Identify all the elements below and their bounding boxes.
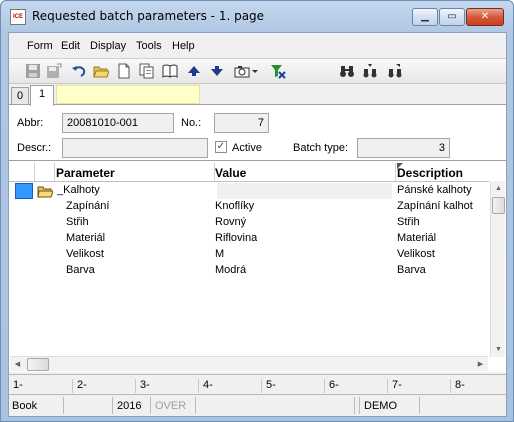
horizontal-scrollbar[interactable]: ◀ ▶: [10, 356, 488, 371]
menu-edit[interactable]: Edit: [61, 40, 80, 52]
fkey-6[interactable]: 6-: [324, 379, 339, 393]
batch-type-field[interactable]: 3: [357, 138, 450, 158]
folder-icon: [37, 184, 54, 198]
app-window: ICE Requested batch parameters - 1. page…: [0, 0, 514, 422]
cell-parameter: _Kalhoty: [57, 184, 100, 196]
close-button[interactable]: ✕: [466, 8, 504, 26]
title-bar[interactable]: ICE Requested batch parameters - 1. page…: [1, 1, 513, 31]
menu-form[interactable]: Form: [27, 40, 53, 52]
tab-1[interactable]: 1: [30, 85, 54, 106]
table-row[interactable]: Zapínání Knoflíky Zapínání kalhot: [9, 199, 489, 215]
cell-value: Riflovina: [215, 232, 258, 244]
status-bar: Book 2016 OVER DEMO: [9, 394, 506, 416]
vertical-scroll-thumb[interactable]: [492, 197, 505, 214]
no-label: No.:: [181, 117, 202, 129]
status-mode: OVER: [155, 400, 187, 412]
cell-parameter: Střih: [66, 216, 89, 228]
cell-description: Materiál: [397, 232, 437, 244]
scroll-right-icon[interactable]: ▶: [473, 357, 488, 372]
dropdown-arrow-icon[interactable]: [251, 63, 259, 79]
toolbar: [9, 58, 506, 84]
cell-parameter: Materiál: [66, 232, 106, 244]
vertical-scrollbar[interactable]: ▲ ▼: [490, 181, 505, 357]
table-row[interactable]: Barva Modrá Barva: [9, 263, 489, 279]
fkey-8[interactable]: 8-: [450, 379, 465, 393]
binoculars-icon[interactable]: [339, 63, 355, 79]
new-document-icon[interactable]: [116, 63, 132, 79]
column-description[interactable]: Description: [397, 166, 463, 180]
table-row[interactable]: Velikost M Velikost: [9, 247, 489, 263]
cell-parameter: Barva: [66, 264, 95, 276]
camera-icon[interactable]: [234, 63, 250, 79]
scroll-up-icon[interactable]: ▲: [491, 181, 506, 196]
abbr-label: Abbr:: [17, 117, 44, 129]
page-tabs: 0 1: [9, 85, 506, 106]
save-icon[interactable]: [25, 63, 41, 79]
minimize-button[interactable]: ▁: [412, 8, 438, 26]
cell-description: Zapínání kalhot: [397, 200, 473, 212]
window-title: Requested batch parameters - 1. page: [32, 9, 265, 23]
undo-icon[interactable]: [71, 63, 87, 79]
fkey-3[interactable]: 3-: [135, 379, 150, 393]
grid-header: Parameter Value Description: [9, 163, 489, 182]
binoculars-next-icon[interactable]: [362, 63, 378, 79]
save-as-icon[interactable]: [46, 63, 62, 79]
menu-tools[interactable]: Tools: [136, 40, 162, 52]
status-module: Book: [12, 400, 38, 412]
row-selector[interactable]: [15, 183, 33, 199]
batch-type-label: Batch type:: [293, 142, 349, 154]
table-row[interactable]: Střih Rovný Střih: [9, 215, 489, 231]
cell-description: Pánské kalhoty: [397, 184, 472, 196]
maximize-button[interactable]: ▭: [439, 8, 465, 26]
menu-help[interactable]: Help: [172, 40, 195, 52]
filter-icon[interactable]: [270, 63, 286, 79]
cell-description: Barva: [397, 264, 426, 276]
cell-value: M: [215, 248, 225, 260]
menu-bar: Form Edit Display Tools Help: [9, 36, 506, 58]
no-field[interactable]: 7: [214, 113, 269, 133]
cell-value: Modrá: [215, 264, 247, 276]
header-form: Abbr: 20081010-001 No.: 7 Descr.: ✓ Acti…: [9, 104, 506, 160]
table-row[interactable]: Materiál Riflovina Materiál: [9, 231, 489, 247]
horizontal-scroll-thumb[interactable]: [27, 358, 49, 371]
abbr-field[interactable]: 20081010-001: [62, 113, 174, 133]
table-row[interactable]: _Kalhoty Pánské kalhoty: [9, 183, 489, 199]
cell-parameter: Velikost: [66, 248, 104, 260]
copy-icon[interactable]: [139, 63, 155, 79]
function-key-bar: 1- 2- 3- 4- 5- 6- 7- 8-: [9, 374, 506, 394]
cell-parameter: Zapínání: [66, 200, 110, 212]
binoculars-prev-icon[interactable]: [387, 63, 403, 79]
fkey-4[interactable]: 4-: [198, 379, 213, 393]
column-value[interactable]: Value: [215, 166, 246, 180]
row-highlight: [217, 183, 392, 199]
active-label: Active: [232, 142, 262, 154]
status-database: DEMO: [364, 400, 397, 412]
book-icon[interactable]: [162, 63, 178, 79]
parameter-grid: Parameter Value Description _Kalhoty Pán…: [9, 160, 506, 372]
cell-description: Střih: [397, 216, 420, 228]
fkey-1[interactable]: 1-: [9, 379, 23, 393]
client-area: Form Edit Display Tools Help 0 1 Abbr: 2…: [8, 32, 507, 417]
descr-label: Descr.:: [17, 142, 52, 154]
tab-highlight-bar: [56, 85, 200, 104]
app-icon[interactable]: ICE: [10, 9, 26, 25]
open-folder-icon[interactable]: [93, 63, 109, 79]
tab-0[interactable]: 0: [11, 87, 29, 105]
fkey-2[interactable]: 2-: [72, 379, 87, 393]
status-year: 2016: [117, 400, 142, 412]
scroll-left-icon[interactable]: ◀: [10, 357, 25, 372]
active-checkbox[interactable]: ✓: [215, 141, 227, 153]
fkey-5[interactable]: 5-: [261, 379, 276, 393]
descr-field[interactable]: [62, 138, 208, 158]
scroll-down-icon[interactable]: ▼: [491, 342, 506, 357]
cell-description: Velikost: [397, 248, 435, 260]
cell-value: Knoflíky: [215, 200, 255, 212]
fkey-7[interactable]: 7-: [387, 379, 402, 393]
column-parameter[interactable]: Parameter: [56, 166, 115, 180]
menu-display[interactable]: Display: [90, 40, 126, 52]
arrow-down-icon[interactable]: [209, 63, 225, 79]
cell-value: Rovný: [215, 216, 247, 228]
arrow-up-icon[interactable]: [186, 63, 202, 79]
